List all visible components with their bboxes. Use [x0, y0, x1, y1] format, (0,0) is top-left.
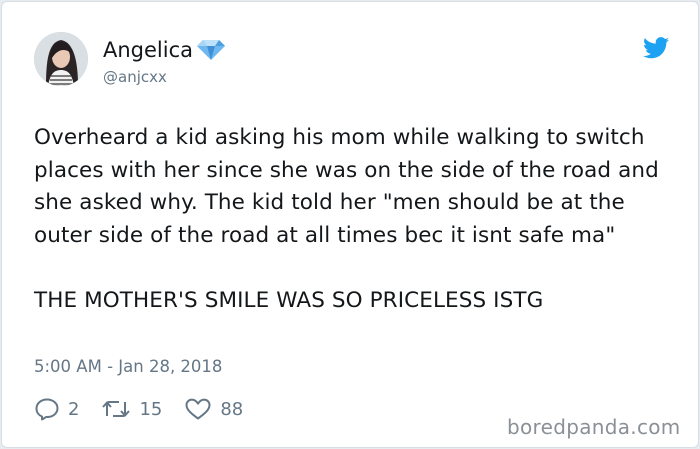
- tweet-paragraph: Overheard a kid asking his mom while wal…: [34, 125, 659, 248]
- avatar-image: [34, 32, 88, 86]
- retweet-count: 15: [139, 398, 163, 420]
- reply-icon: [34, 397, 60, 421]
- tweet-text: Overheard a kid asking his mom while wal…: [34, 122, 674, 317]
- retweet-button[interactable]: 15: [101, 397, 162, 421]
- like-count: 88: [220, 398, 244, 420]
- author-display-name[interactable]: Angelica: [103, 38, 193, 62]
- reply-button[interactable]: 2: [34, 397, 79, 421]
- like-button[interactable]: 88: [184, 397, 243, 421]
- author-handle[interactable]: @anjcxx: [103, 68, 167, 86]
- retweet-icon: [101, 397, 131, 421]
- tweet-paragraph: THE MOTHER'S SMILE WAS SO PRICELESS ISTG: [34, 287, 544, 313]
- avatar[interactable]: [34, 32, 88, 86]
- reply-count: 2: [68, 398, 80, 420]
- tweet-timestamp[interactable]: 5:00 AM - Jan 28, 2018: [34, 357, 222, 376]
- twitter-bird-icon[interactable]: [643, 37, 669, 59]
- diamond-icon: [196, 39, 226, 61]
- tweet-card: Angelica @anjcxx Overheard a kid asking …: [1, 1, 699, 448]
- heart-icon: [184, 397, 212, 421]
- author-name-row[interactable]: Angelica: [103, 38, 226, 62]
- tweet-actions: 2 15 88: [34, 395, 243, 423]
- boredpanda-watermark: boredpanda.com: [507, 415, 681, 439]
